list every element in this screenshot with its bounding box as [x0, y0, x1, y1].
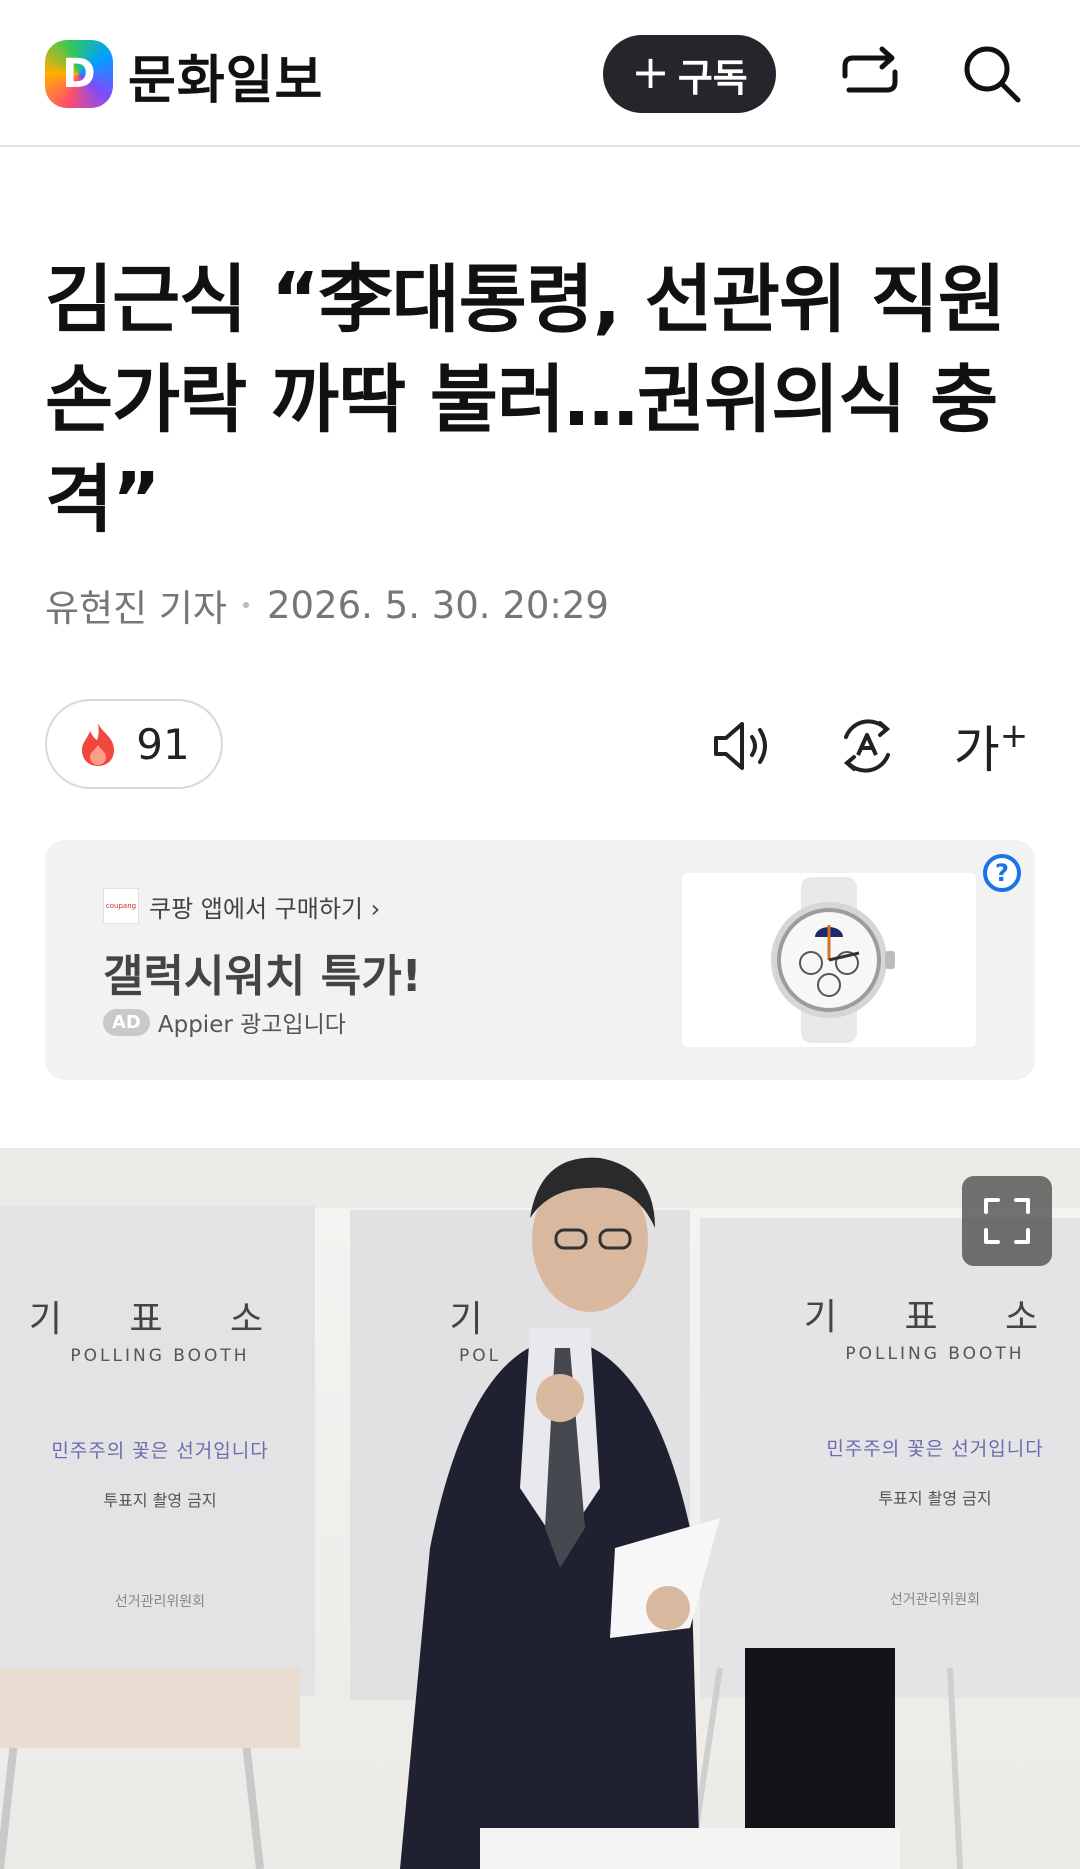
headline-line: 손가락 까딱 불러…권위의식 충 [45, 357, 998, 443]
expand-icon [984, 1198, 1030, 1244]
ad-advertiser: Appier 광고입니다 [157, 1012, 346, 1038]
speaker-icon [714, 722, 767, 770]
article-headline: 김근식 “李대통령, 선관위 직원 손가락 까딱 불러…권위의식 충 격” [45, 250, 1045, 550]
ad-title: 갤럭시워치 특가! [103, 951, 422, 1002]
reaction-count: 91 [136, 719, 190, 769]
listen-button[interactable] [707, 710, 779, 782]
search-button[interactable] [956, 38, 1028, 110]
share-button[interactable] [834, 38, 906, 110]
translate-icon [843, 719, 891, 773]
separator-dot [242, 602, 249, 608]
article-photo[interactable]: 기 표 소 POLLING BOOTH 민주주의 꽃은 선거입니다 투표지 촬영… [0, 1148, 1080, 1869]
booth-subtitle: POLLING BOOTH [845, 1344, 1025, 1364]
booth-sign: 기 표 소 POLLING BOOTH 민주주의 꽃은 선거입니다 투표지 촬영… [790, 1288, 1080, 1609]
coupang-logo-icon: coupang [103, 888, 139, 924]
search-icon [964, 46, 1021, 103]
smartwatch-icon [771, 877, 895, 1043]
booth-subtitle: POLLING BOOTH [70, 1346, 250, 1366]
ad-help-icon[interactable]: ? [983, 854, 1021, 892]
fire-icon [82, 723, 115, 766]
subscribe-button[interactable]: + 구독 [603, 35, 776, 113]
booth-subtitle: POL [458, 1346, 502, 1366]
plus-icon: + [631, 45, 670, 99]
published-datetime: 2026. 5. 30. 20:29 [266, 583, 609, 627]
headline-line: 격” [45, 457, 161, 543]
ad-meta: AD Appier 광고입니다 [103, 1005, 346, 1039]
booth-slogan: 민주주의 꽃은 선거입니다 [51, 1440, 269, 1462]
booth-warning: 투표지 촬영 금지 [878, 1489, 992, 1508]
booth-warning: 투표지 촬영 금지 [103, 1491, 217, 1510]
font-size-button[interactable]: 가 + [953, 710, 1029, 782]
publisher-name[interactable]: 문화일보 [128, 38, 323, 113]
ad-badge: AD [103, 1008, 150, 1036]
reporter-name[interactable]: 유현진 기자 [45, 578, 227, 632]
headline-line: 김근식 “李대통령, 선관위 직원 [45, 257, 1006, 343]
byline: 유현진 기자 2026. 5. 30. 20:29 [45, 578, 609, 632]
font-size-label: 가 [953, 721, 1000, 779]
booth-organization: 선거관리위원회 [889, 1592, 981, 1608]
ad-source: coupang 쿠팡 앱에서 구매하기 › [103, 888, 380, 924]
subscribe-label: 구독 [677, 55, 748, 100]
booth-organization: 선거관리위원회 [114, 1594, 206, 1610]
share-icon [842, 46, 898, 93]
booth-title: 기 [449, 1299, 511, 1340]
translate-button[interactable] [831, 710, 903, 782]
booth-title: 기 표 소 [803, 1297, 1067, 1338]
top-app-bar: D 문화일보 + 구독 [0, 0, 1080, 147]
font-size-plus: + [999, 716, 1029, 756]
ad-source-text: 쿠팡 앱에서 구매하기 › [149, 894, 381, 923]
reaction-button[interactable]: 91 [45, 699, 223, 789]
booth-slogan: 민주주의 꽃은 선거입니다 [826, 1438, 1044, 1460]
booth-sign: 기 표 소 POLLING BOOTH 민주주의 꽃은 선거입니다 투표지 촬영… [10, 1290, 310, 1611]
logo-letter: D [62, 51, 96, 97]
fullscreen-button[interactable] [962, 1176, 1052, 1266]
booth-title: 기 표 소 [28, 1299, 292, 1340]
ad-product-image [682, 873, 976, 1047]
daum-logo-icon[interactable]: D [45, 40, 113, 108]
booth-sign: 기 POL [440, 1290, 520, 1366]
ad-banner[interactable]: ? coupang 쿠팡 앱에서 구매하기 › 갤럭시워치 특가! AD App… [45, 840, 1035, 1080]
